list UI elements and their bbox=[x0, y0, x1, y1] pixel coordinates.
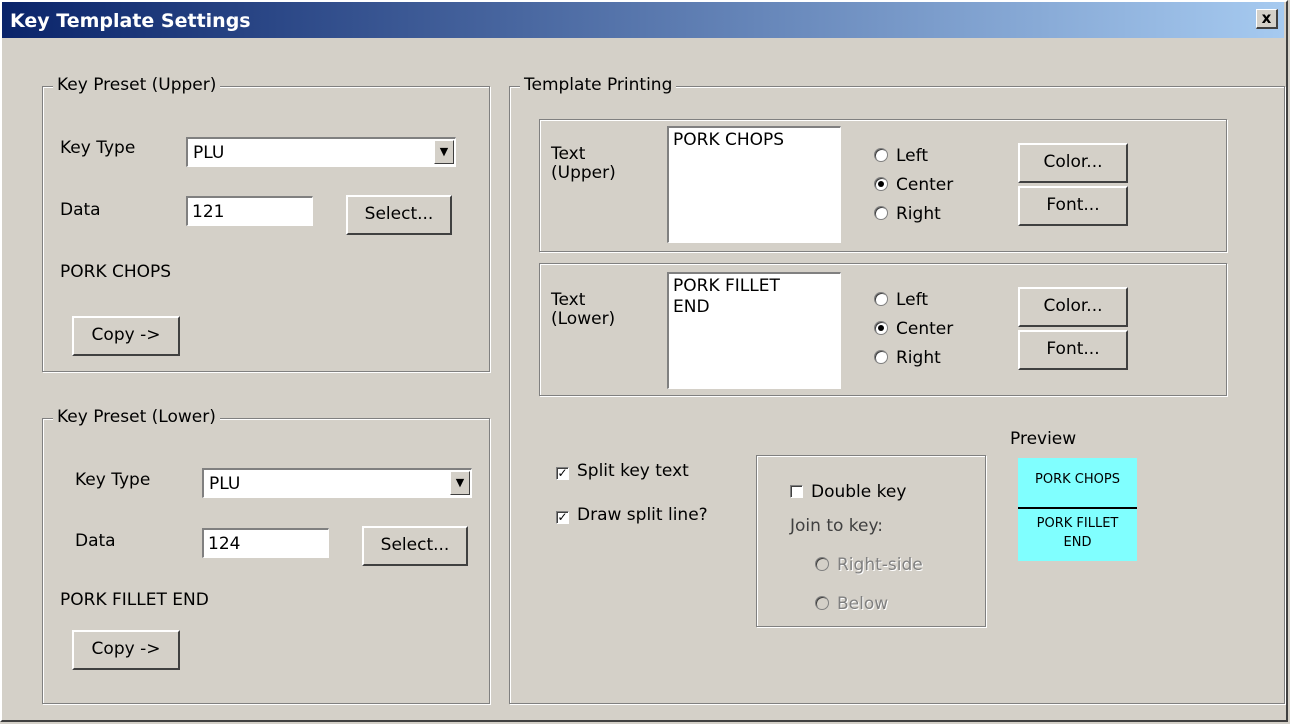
join-to-key-label: Join to key: bbox=[790, 516, 884, 536]
lower-key-type-value: PLU bbox=[209, 474, 241, 494]
lower-key-type-label: Key Type bbox=[75, 470, 151, 490]
lower-color-button[interactable]: Color... bbox=[1018, 287, 1128, 327]
preview-split-line bbox=[1018, 507, 1137, 509]
checkmark-icon: ✓ bbox=[556, 510, 569, 524]
preview-upper-text: PORK CHOPS bbox=[1035, 472, 1120, 487]
preview-label: Preview bbox=[1010, 429, 1077, 449]
lower-item-name: PORK FILLET END bbox=[60, 590, 209, 610]
upper-align-left-radio[interactable]: Left bbox=[874, 146, 928, 166]
lower-align-left-label: Left bbox=[896, 290, 928, 310]
upper-align-right-radio[interactable]: Right bbox=[874, 204, 941, 224]
radio-disabled-icon bbox=[815, 557, 829, 571]
radio-icon bbox=[874, 206, 888, 220]
upper-color-label: Color... bbox=[1043, 152, 1103, 172]
double-key-checkbox[interactable]: Double key bbox=[790, 482, 906, 502]
lower-align-left-radio[interactable]: Left bbox=[874, 290, 928, 310]
double-key-label: Double key bbox=[811, 482, 907, 502]
dropdown-arrow-icon[interactable]: ▼ bbox=[450, 471, 470, 495]
lower-font-button[interactable]: Font... bbox=[1018, 330, 1128, 370]
upper-text-label-line1: Text bbox=[551, 144, 586, 164]
key-preset-lower-legend: Key Preset (Lower) bbox=[53, 407, 220, 427]
upper-key-type-select[interactable]: PLU ▼ bbox=[186, 137, 456, 167]
lower-data-label: Data bbox=[75, 531, 116, 551]
preview-lower-line2: END bbox=[1063, 535, 1092, 550]
lower-key-type-select[interactable]: PLU ▼ bbox=[202, 468, 472, 498]
upper-align-left-label: Left bbox=[896, 146, 928, 166]
radio-disabled-icon bbox=[815, 596, 829, 610]
upper-text-area[interactable]: PORK CHOPS bbox=[667, 126, 841, 243]
lower-text-label: Text (Lower) bbox=[551, 291, 615, 329]
lower-align-center-radio[interactable]: Center bbox=[874, 319, 953, 339]
upper-data-label: Data bbox=[60, 200, 101, 220]
lower-data-input[interactable] bbox=[202, 528, 329, 558]
preview-lower-line1: PORK FILLET bbox=[1036, 516, 1119, 531]
upper-copy-label: Copy -> bbox=[91, 325, 161, 345]
window-title: Key Template Settings bbox=[10, 10, 251, 32]
template-printing-legend: Template Printing bbox=[520, 75, 677, 95]
radio-checked-icon bbox=[874, 321, 888, 335]
split-key-text-checkbox[interactable]: ✓ Split key text bbox=[556, 461, 689, 481]
lower-align-center-label: Center bbox=[896, 319, 954, 339]
lower-copy-label: Copy -> bbox=[91, 639, 161, 659]
checkbox-icon bbox=[790, 485, 803, 498]
lower-align-right-radio[interactable]: Right bbox=[874, 348, 941, 368]
upper-font-label: Font... bbox=[1046, 195, 1100, 215]
upper-align-center-radio[interactable]: Center bbox=[874, 175, 953, 195]
upper-text-label-line2: (Upper) bbox=[551, 163, 616, 183]
lower-text-area[interactable]: PORK FILLET END bbox=[667, 272, 841, 389]
close-button[interactable]: x bbox=[1256, 9, 1278, 29]
lower-copy-button[interactable]: Copy -> bbox=[72, 630, 180, 670]
upper-copy-button[interactable]: Copy -> bbox=[72, 316, 180, 356]
lower-select-label: Select... bbox=[380, 535, 450, 555]
lower-color-label: Color... bbox=[1043, 296, 1103, 316]
lower-font-label: Font... bbox=[1046, 339, 1100, 359]
checkmark-icon: ✓ bbox=[556, 466, 569, 480]
radio-checked-icon bbox=[874, 177, 888, 191]
draw-split-line-label: Draw split line? bbox=[577, 505, 708, 525]
lower-select-button[interactable]: Select... bbox=[362, 526, 468, 566]
upper-key-type-label: Key Type bbox=[60, 138, 136, 158]
upper-align-center-label: Center bbox=[896, 175, 954, 195]
radio-icon bbox=[874, 350, 888, 364]
upper-key-type-value: PLU bbox=[193, 143, 225, 163]
radio-icon bbox=[874, 292, 888, 306]
upper-select-button[interactable]: Select... bbox=[346, 195, 452, 235]
lower-text-label-line1: Text bbox=[551, 290, 586, 310]
lower-align-right-label: Right bbox=[896, 348, 941, 368]
split-key-text-label: Split key text bbox=[577, 461, 689, 481]
key-preset-upper-legend: Key Preset (Upper) bbox=[53, 75, 221, 95]
key-preview: PORK CHOPS PORK FILLET END bbox=[1018, 458, 1137, 561]
join-below-radio[interactable]: Below bbox=[815, 594, 888, 614]
lower-text-label-line2: (Lower) bbox=[551, 309, 616, 329]
join-below-label: Below bbox=[837, 594, 889, 614]
title-bar[interactable]: Key Template Settings x bbox=[2, 2, 1284, 38]
upper-color-button[interactable]: Color... bbox=[1018, 143, 1128, 183]
close-icon: x bbox=[1261, 9, 1272, 27]
upper-align-right-label: Right bbox=[896, 204, 941, 224]
upper-text-label: Text (Upper) bbox=[551, 145, 616, 183]
upper-select-label: Select... bbox=[364, 204, 434, 224]
upper-font-button[interactable]: Font... bbox=[1018, 186, 1128, 226]
dropdown-arrow-icon[interactable]: ▼ bbox=[434, 140, 454, 164]
preview-lower-text: PORK FILLET END bbox=[1018, 514, 1137, 552]
upper-data-input[interactable] bbox=[186, 196, 313, 226]
join-right-side-label: Right-side bbox=[837, 555, 923, 575]
upper-item-name: PORK CHOPS bbox=[60, 262, 172, 282]
draw-split-line-checkbox[interactable]: ✓ Draw split line? bbox=[556, 505, 708, 525]
join-right-side-radio[interactable]: Right-side bbox=[815, 555, 923, 575]
radio-icon bbox=[874, 148, 888, 162]
